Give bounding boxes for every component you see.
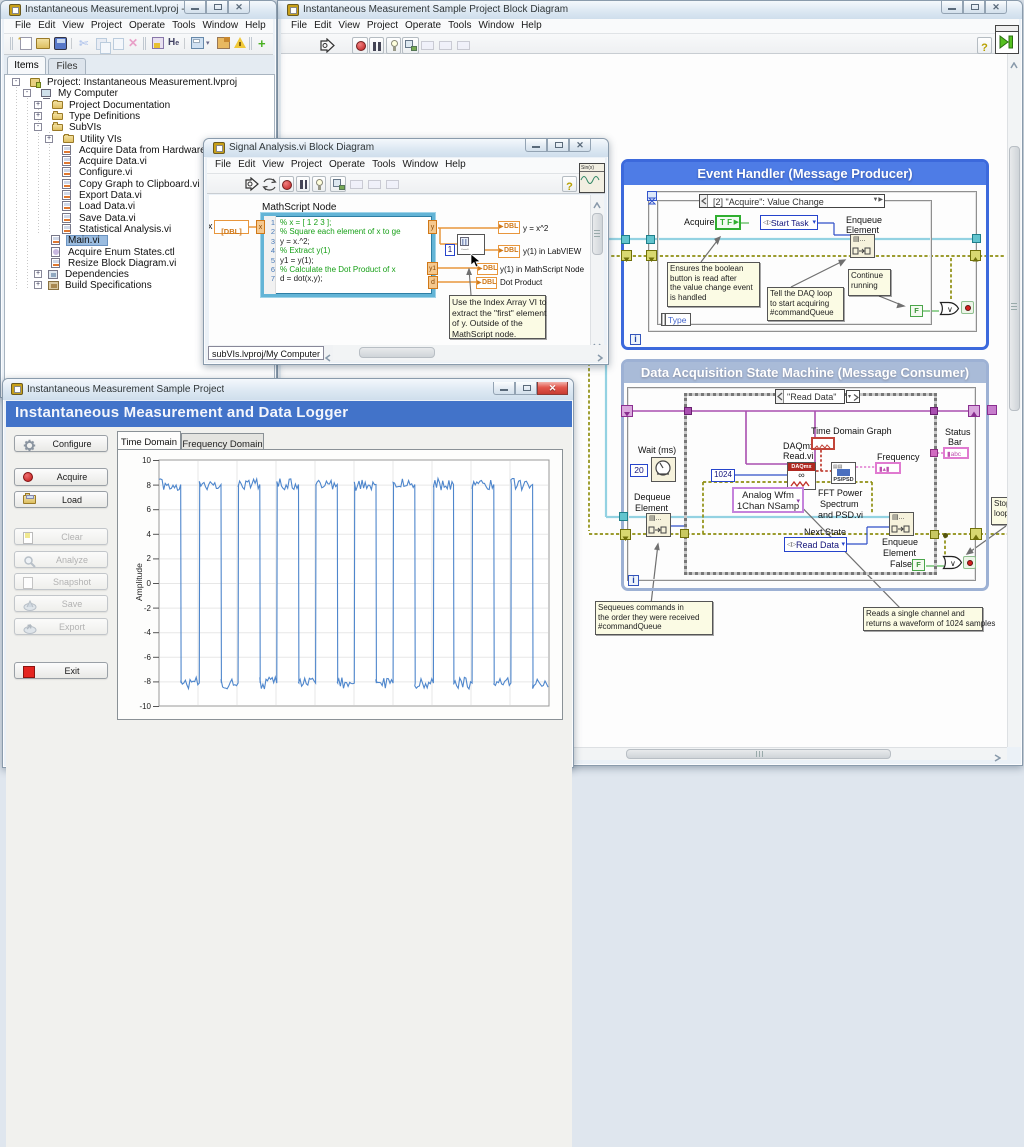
svg-text:∨: ∨ [950,559,956,568]
svg-text:∨: ∨ [947,305,953,314]
